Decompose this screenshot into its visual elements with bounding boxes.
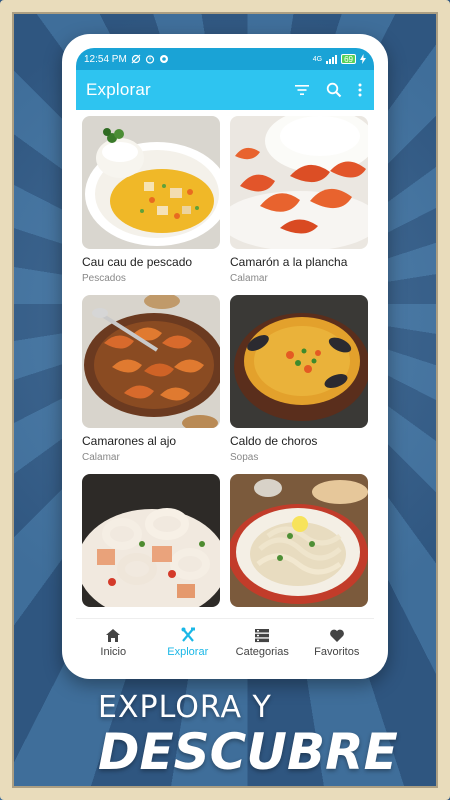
recipe-image bbox=[82, 474, 220, 607]
recipe-title: Camarones al ajo bbox=[82, 434, 177, 448]
recipe-category: Calamar bbox=[230, 273, 268, 284]
nav-label: Favoritos bbox=[314, 645, 360, 658]
nav-item-favoritos[interactable]: Favoritos bbox=[300, 628, 374, 658]
recipe-image bbox=[230, 295, 368, 428]
more-vert-icon[interactable] bbox=[358, 83, 362, 97]
recipe-category: Pescados bbox=[82, 273, 126, 284]
recipe-title: Cau cau de pescado bbox=[82, 255, 193, 269]
bottom-navigation: Inicio Explorar Categorias Favoritos bbox=[76, 618, 374, 666]
status-bar: 12:54 PM 4G 69 bbox=[76, 48, 374, 70]
silent-icon bbox=[131, 54, 141, 64]
app-bar: Explorar bbox=[76, 70, 374, 110]
search-icon[interactable] bbox=[326, 82, 342, 98]
recipe-image bbox=[230, 474, 368, 607]
network-label: 4G bbox=[312, 55, 323, 63]
recipe-card[interactable] bbox=[82, 474, 220, 618]
filter-icon[interactable] bbox=[294, 83, 310, 97]
signal-icon bbox=[326, 54, 338, 64]
phone-mockup: 12:54 PM 4G 69 Explorar Cau cau de pesca… bbox=[62, 34, 388, 679]
recipe-title: Caldo de choros bbox=[230, 434, 318, 448]
home-icon bbox=[105, 628, 121, 643]
recipe-image bbox=[82, 116, 220, 249]
nav-label: Explorar bbox=[167, 646, 209, 658]
promo-line-2: DESCUBRE bbox=[98, 723, 398, 781]
app-notification-icon bbox=[159, 54, 169, 64]
utensils-icon bbox=[180, 627, 196, 643]
nav-label: Categorias bbox=[235, 645, 289, 658]
heart-icon bbox=[329, 628, 345, 643]
page-title: Explorar bbox=[86, 80, 151, 99]
nav-item-categorias[interactable]: Categorias bbox=[225, 628, 299, 658]
recipe-card[interactable]: Caldo de choros Sopas bbox=[230, 295, 368, 474]
recipe-card[interactable]: Camarón a la plancha Calamar bbox=[230, 116, 368, 295]
recipe-category: Calamar bbox=[82, 452, 120, 463]
app-screen: 12:54 PM 4G 69 Explorar Cau cau de pesca… bbox=[76, 48, 374, 666]
battery-icon: 69 bbox=[341, 54, 356, 64]
promo-headline: EXPLORA Y DESCUBRE bbox=[98, 690, 398, 777]
recipe-grid: Cau cau de pescado Pescados Camarón a la… bbox=[76, 110, 374, 618]
alarm-icon bbox=[145, 54, 155, 64]
status-time: 12:54 PM bbox=[84, 53, 127, 65]
battery-level: 69 bbox=[344, 54, 353, 64]
promo-line-1: EXPLORA Y bbox=[98, 690, 272, 725]
nav-item-explorar[interactable]: Explorar bbox=[151, 627, 225, 658]
recipe-card[interactable]: Cau cau de pescado Pescados bbox=[82, 116, 220, 295]
nav-label: Inicio bbox=[100, 645, 127, 658]
recipe-image bbox=[230, 116, 368, 249]
recipe-category: Sopas bbox=[230, 452, 259, 463]
recipe-image bbox=[82, 295, 220, 428]
charging-icon bbox=[360, 54, 366, 64]
recipe-card[interactable]: Camarones al ajo Calamar bbox=[82, 295, 220, 474]
recipe-card[interactable] bbox=[230, 474, 368, 618]
nav-item-inicio[interactable]: Inicio bbox=[76, 628, 150, 658]
recipe-title: Camarón a la plancha bbox=[230, 255, 348, 269]
list-icon bbox=[254, 628, 270, 643]
